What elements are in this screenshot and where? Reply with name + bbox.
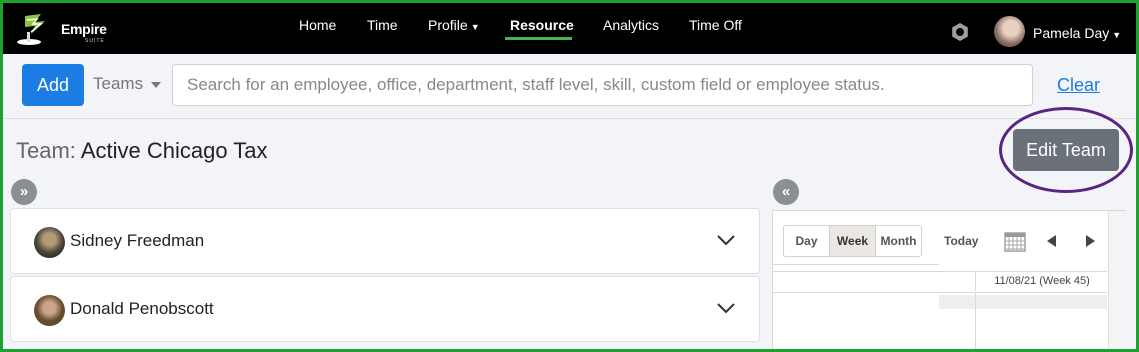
top-nav: Empire SUITE Home Time Profile ▼ Resource… <box>3 3 1136 54</box>
nav-time[interactable]: Time <box>367 3 398 54</box>
nav-resource[interactable]: Resource <box>510 3 574 54</box>
highlight-annotation <box>999 107 1133 193</box>
nav-home[interactable]: Home <box>299 3 336 54</box>
calendar-icon[interactable] <box>1004 230 1026 252</box>
user-avatar[interactable] <box>994 16 1025 47</box>
scrollbar[interactable] <box>1108 211 1127 349</box>
teams-filter-dropdown[interactable]: Teams <box>93 64 162 106</box>
nav-profile[interactable]: Profile ▼ <box>428 3 480 54</box>
divider <box>773 264 939 265</box>
view-day-button[interactable]: Day <box>783 225 830 257</box>
page-title: Team: Active Chicago Tax <box>16 138 268 164</box>
avatar <box>34 295 65 326</box>
brand-name: Empire <box>61 21 107 37</box>
view-week-button[interactable]: Week <box>829 225 876 257</box>
today-button[interactable]: Today <box>944 225 978 257</box>
week-header: 11/08/21 (Week 45) <box>975 271 1108 291</box>
brand-logo[interactable]: Empire SUITE <box>15 12 125 48</box>
expand-panel-icon[interactable]: » <box>11 179 37 205</box>
add-button[interactable]: Add <box>22 64 84 106</box>
teams-filter-label: Teams <box>93 74 144 93</box>
previous-arrow-icon[interactable] <box>1047 235 1056 247</box>
next-arrow-icon[interactable] <box>1086 235 1095 247</box>
schedule-calendar: Day Week Month Today 11/08/21 (Week 45) <box>772 210 1127 349</box>
list-item[interactable]: Sidney Freedman <box>10 208 760 274</box>
team-prefix: Team: <box>16 138 76 163</box>
calendar-day-column[interactable] <box>975 292 1109 349</box>
caret-down-icon <box>151 81 162 88</box>
search-toolbar: Add Teams Clear <box>3 54 1136 119</box>
employee-name: Donald Penobscott <box>70 299 214 318</box>
gear-icon[interactable] <box>950 22 970 42</box>
search-input[interactable] <box>172 64 1033 106</box>
chevron-down-icon[interactable] <box>716 301 736 315</box>
clear-link[interactable]: Clear <box>1057 64 1100 106</box>
nav-profile-label: Profile <box>428 17 468 33</box>
view-month-button[interactable]: Month <box>875 225 922 257</box>
team-name: Active Chicago Tax <box>80 138 268 163</box>
list-item[interactable]: Donald Penobscott <box>10 276 760 342</box>
employee-name: Sidney Freedman <box>70 231 205 250</box>
active-nav-indicator <box>505 37 572 40</box>
avatar <box>34 227 65 258</box>
logo-mark-icon <box>17 14 45 45</box>
brand-sub: SUITE <box>85 38 105 44</box>
caret-down-icon: ▼ <box>470 22 480 32</box>
collapse-panel-icon[interactable]: « <box>773 179 799 205</box>
chevron-down-icon[interactable] <box>716 233 736 247</box>
nav-time-off[interactable]: Time Off <box>689 3 742 54</box>
app-frame: Empire SUITE Home Time Profile ▼ Resource… <box>0 0 1139 352</box>
nav-analytics[interactable]: Analytics <box>603 3 659 54</box>
user-name: Pamela Day <box>1033 25 1110 41</box>
